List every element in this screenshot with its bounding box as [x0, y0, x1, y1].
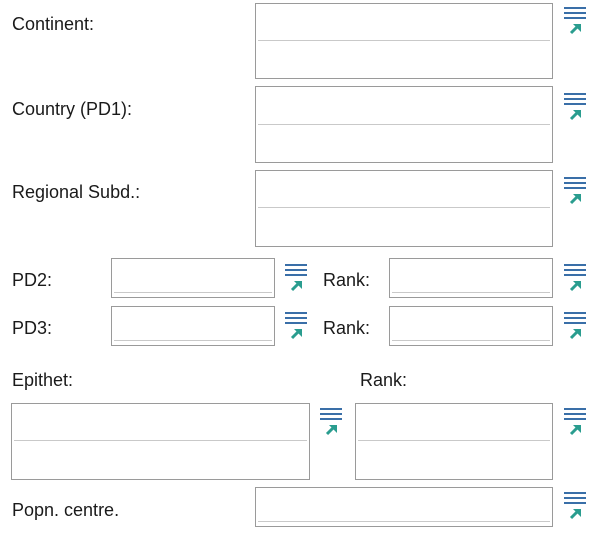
- list-pick-icon: [564, 93, 586, 121]
- epithet-rank-field[interactable]: [355, 403, 553, 480]
- epithet-label: Epithet:: [12, 370, 74, 390]
- list-pick-icon: [564, 7, 586, 35]
- pd2-field[interactable]: [111, 258, 275, 298]
- continent-label: Continent:: [12, 14, 95, 34]
- popn-centre-picker-button[interactable]: [562, 491, 588, 521]
- pd3-rank-field[interactable]: [389, 306, 553, 346]
- pd2-rank-field[interactable]: [389, 258, 553, 298]
- epithet-rank-picker-button[interactable]: [562, 407, 588, 437]
- list-pick-icon: [564, 312, 586, 340]
- popn-centre-label: Popn. centre.: [12, 500, 120, 520]
- continent-field[interactable]: [255, 3, 553, 79]
- regional-subd-picker-button[interactable]: [562, 176, 588, 206]
- regional-subd-label: Regional Subd.:: [12, 182, 141, 202]
- regional-subd-field[interactable]: [255, 170, 553, 247]
- list-pick-icon: [564, 177, 586, 205]
- list-pick-icon: [320, 408, 342, 436]
- country-picker-button[interactable]: [562, 92, 588, 122]
- epithet-picker-button[interactable]: [318, 407, 344, 437]
- pd2-rank-picker-button[interactable]: [562, 263, 588, 293]
- popn-centre-field[interactable]: [255, 487, 553, 527]
- pd2-label: PD2:: [12, 270, 53, 290]
- pd3-field[interactable]: [111, 306, 275, 346]
- list-pick-icon: [285, 264, 307, 292]
- country-label: Country (PD1):: [12, 99, 133, 119]
- pd3-rank-label: Rank:: [323, 318, 371, 338]
- pd2-picker-button[interactable]: [283, 263, 309, 293]
- list-pick-icon: [285, 312, 307, 340]
- pd3-picker-button[interactable]: [283, 311, 309, 341]
- pd2-rank-label: Rank:: [323, 270, 371, 290]
- epithet-rank-label: Rank:: [360, 370, 408, 390]
- continent-picker-button[interactable]: [562, 6, 588, 36]
- list-pick-icon: [564, 408, 586, 436]
- list-pick-icon: [564, 492, 586, 520]
- pd3-label: PD3:: [12, 318, 53, 338]
- list-pick-icon: [564, 264, 586, 292]
- pd3-rank-picker-button[interactable]: [562, 311, 588, 341]
- epithet-field[interactable]: [11, 403, 310, 480]
- country-field[interactable]: [255, 86, 553, 163]
